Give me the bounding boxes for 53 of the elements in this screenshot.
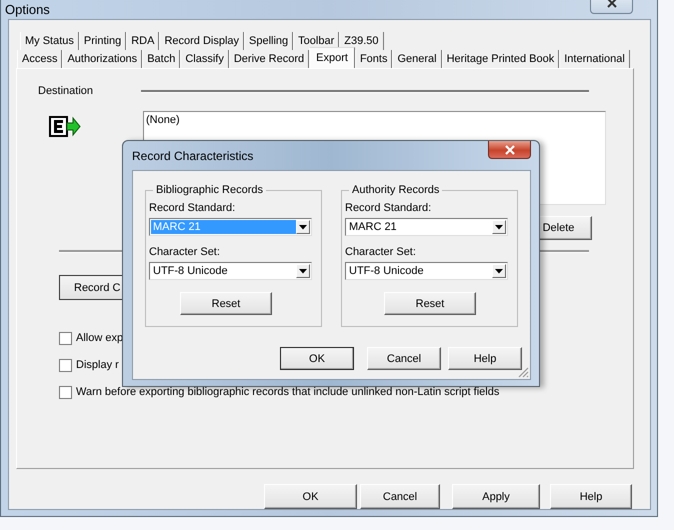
dialog-button[interactable]: Apply bbox=[452, 484, 540, 509]
reset-button[interactable]: Reset bbox=[180, 292, 272, 315]
tab[interactable]: General bbox=[392, 50, 442, 68]
field-label: Character Set: bbox=[345, 246, 417, 258]
checkbox[interactable] bbox=[59, 358, 72, 372]
dropdown-value: UTF-8 Unicode bbox=[348, 264, 425, 278]
checkbox-label: Warn before exporting bibliographic records that include unlinked non-Latin script fields bbox=[76, 386, 500, 398]
dialog-button[interactable]: Cancel bbox=[367, 347, 441, 370]
window-title: Options bbox=[5, 2, 50, 17]
close-icon bbox=[504, 144, 516, 154]
tab[interactable]: Derive Record bbox=[228, 50, 310, 68]
dialog-button[interactable]: Help bbox=[550, 484, 632, 509]
dialog-title: Record Characteristics bbox=[132, 149, 254, 165]
tab[interactable]: RDA bbox=[126, 32, 160, 50]
group-title: Authority Records bbox=[351, 184, 440, 196]
tab[interactable]: Record Display bbox=[159, 32, 244, 50]
dropdown-value: MARC 21 bbox=[151, 220, 296, 234]
tab[interactable]: Z39.50 bbox=[339, 32, 384, 50]
checkbox-label: Display r bbox=[76, 359, 119, 371]
tab[interactable]: Printing bbox=[78, 32, 126, 50]
tab[interactable]: Classify bbox=[180, 50, 229, 68]
dropdown[interactable]: UTF-8 Unicode bbox=[149, 262, 312, 280]
tab[interactable]: International bbox=[559, 50, 630, 68]
reset-button[interactable]: Reset bbox=[384, 292, 476, 315]
dialog-button[interactable]: Cancel bbox=[360, 484, 440, 509]
dropdown-value: MARC 21 bbox=[348, 220, 398, 234]
export-icon bbox=[49, 116, 81, 138]
field-label: Character Set: bbox=[149, 246, 221, 258]
field-label: Record Standard: bbox=[345, 202, 432, 214]
checkbox[interactable] bbox=[59, 386, 72, 398]
tab[interactable]: Fonts bbox=[354, 50, 392, 68]
field-label: Record Standard: bbox=[149, 202, 236, 214]
tab[interactable]: Heritage Printed Book bbox=[442, 50, 560, 68]
dialog-button[interactable]: OK bbox=[264, 484, 357, 509]
tab[interactable]: Spelling bbox=[244, 32, 294, 50]
dropdown[interactable]: MARC 21 bbox=[345, 218, 508, 236]
checkbox-label: Allow exp bbox=[76, 332, 124, 344]
dialog-button[interactable]: OK bbox=[280, 347, 354, 370]
resize-grip-icon bbox=[517, 366, 529, 378]
tab[interactable]: My Status bbox=[20, 32, 79, 50]
tab[interactable]: Authorizations bbox=[62, 50, 142, 68]
dropdown-value: UTF-8 Unicode bbox=[152, 264, 229, 278]
tab[interactable]: Batch bbox=[142, 50, 180, 68]
tab[interactable]: Export bbox=[309, 47, 355, 68]
close-icon bbox=[606, 0, 618, 8]
destination-label: Destination bbox=[38, 85, 94, 97]
checkbox[interactable] bbox=[59, 332, 72, 344]
close-button[interactable] bbox=[488, 141, 531, 159]
dialog-button[interactable]: Help bbox=[448, 347, 522, 370]
group-title: Bibliographic Records bbox=[155, 184, 264, 196]
tab[interactable]: Access bbox=[17, 50, 62, 68]
dropdown[interactable]: UTF-8 Unicode bbox=[345, 262, 508, 280]
list-item[interactable]: (None) bbox=[146, 113, 603, 128]
